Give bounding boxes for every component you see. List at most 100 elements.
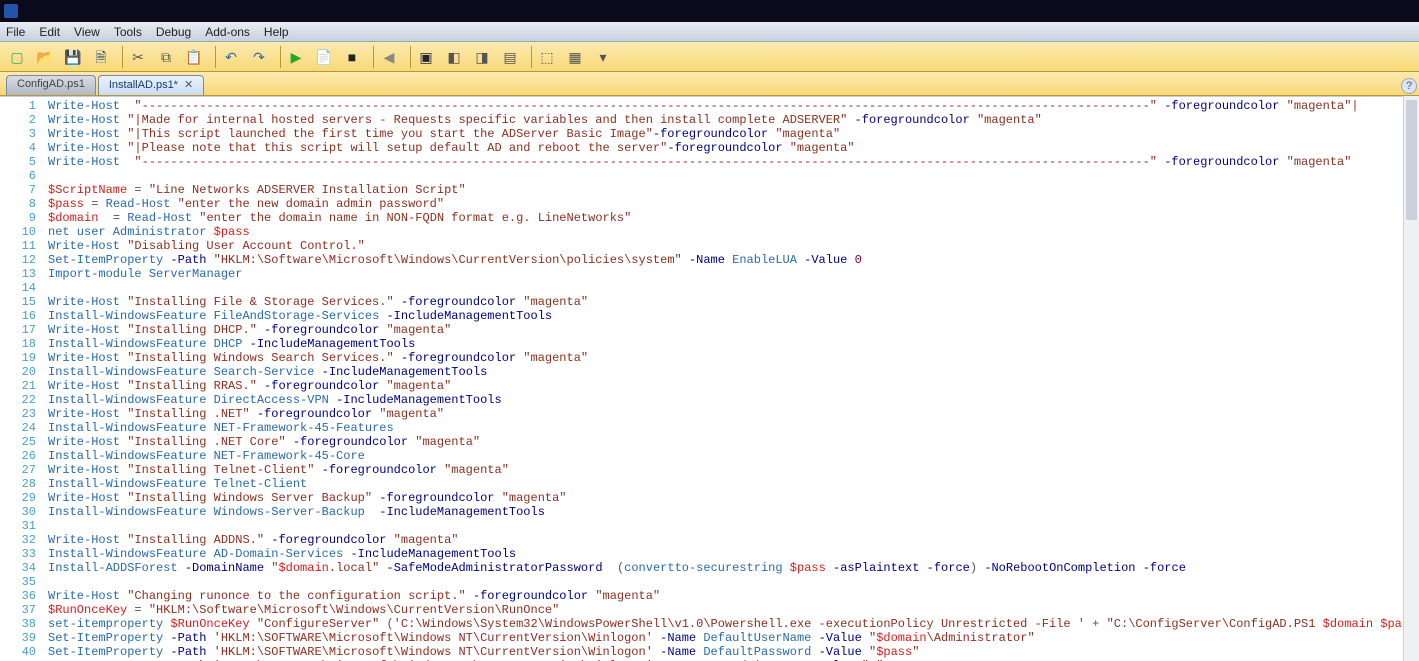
line-number: 30 xyxy=(2,505,36,519)
code-line[interactable]: Write-Host "|Please note that this scrip… xyxy=(48,141,1415,155)
code-line[interactable]: Install-WindowsFeature Windows-Server-Ba… xyxy=(48,505,1415,519)
scrollbar-thumb[interactable] xyxy=(1406,100,1417,220)
tab-installad-ps1-[interactable]: InstallAD.ps1*✕ xyxy=(98,75,204,95)
line-number: 20 xyxy=(2,365,36,379)
stop-icon[interactable]: ■ xyxy=(341,46,363,68)
pane1-icon[interactable]: ◧ xyxy=(443,46,465,68)
line-number: 19 xyxy=(2,351,36,365)
code-line[interactable]: Set-ItemProperty -Path 'HKLM:\SOFTWARE\M… xyxy=(48,631,1415,645)
save-icon[interactable]: 💾 xyxy=(62,46,84,68)
console-icon[interactable]: ▣ xyxy=(415,46,437,68)
line-number: 10 xyxy=(2,225,36,239)
close-icon[interactable]: ✕ xyxy=(184,79,193,91)
code-line[interactable]: Set-ItemProperty -Path "HKLM:\Software\M… xyxy=(48,253,1415,267)
undo-icon[interactable]: ↶ xyxy=(220,46,242,68)
code-line[interactable]: $RunOnceKey = "HKLM:\Software\Microsoft\… xyxy=(48,603,1415,617)
line-number: 28 xyxy=(2,477,36,491)
toolbar-separator xyxy=(410,46,411,68)
line-number: 21 xyxy=(2,379,36,393)
code-line[interactable]: Install-WindowsFeature AD-Domain-Service… xyxy=(48,547,1415,561)
line-number: 38 xyxy=(2,617,36,631)
code-line[interactable]: Write-Host "Installing Telnet-Client" -f… xyxy=(48,463,1415,477)
code-line[interactable]: Write-Host "Installing Windows Search Se… xyxy=(48,351,1415,365)
cut-icon[interactable]: ✂ xyxy=(127,46,149,68)
line-number: 11 xyxy=(2,239,36,253)
code-line[interactable]: Write-Host "Installing Windows Server Ba… xyxy=(48,491,1415,505)
code-line[interactable]: Write-Host "----------------------------… xyxy=(48,99,1415,113)
code-line[interactable]: Write-Host "Installing RRAS." -foregroun… xyxy=(48,379,1415,393)
line-number: 1 xyxy=(2,99,36,113)
code-line[interactable]: Install-ADDSForest -DomainName "$domain.… xyxy=(48,561,1415,575)
code-area[interactable]: Write-Host "----------------------------… xyxy=(44,97,1419,661)
code-line[interactable]: Install-WindowsFeature FileAndStorage-Se… xyxy=(48,309,1415,323)
line-number: 4 xyxy=(2,141,36,155)
code-line[interactable]: Install-WindowsFeature DirectAccess-VPN … xyxy=(48,393,1415,407)
pane3-icon[interactable]: ▤ xyxy=(499,46,521,68)
open-icon[interactable]: 📂 xyxy=(34,46,56,68)
line-number: 23 xyxy=(2,407,36,421)
paste-icon[interactable]: 📋 xyxy=(183,46,205,68)
code-line[interactable]: Write-Host "Installing .NET" -foreground… xyxy=(48,407,1415,421)
window-icon[interactable]: ⬚ xyxy=(536,46,558,68)
code-line[interactable]: Write-Host "Installing ADDNS." -foregrou… xyxy=(48,533,1415,547)
code-line[interactable]: Set-ItemProperty -Path 'HKLM:\SOFTWARE\M… xyxy=(48,645,1415,659)
code-line[interactable] xyxy=(48,575,1415,589)
help-icon[interactable]: ? xyxy=(1401,78,1417,94)
toolbar-separator xyxy=(122,46,123,68)
code-line[interactable]: Write-Host "|This script launched the fi… xyxy=(48,127,1415,141)
menu-view[interactable]: View xyxy=(74,25,100,39)
code-line[interactable]: Install-WindowsFeature NET-Framework-45-… xyxy=(48,449,1415,463)
menu-tools[interactable]: Tools xyxy=(114,25,142,39)
run-file-icon[interactable]: 📄 xyxy=(313,46,335,68)
line-number: 5 xyxy=(2,155,36,169)
code-line[interactable]: Install-WindowsFeature NET-Framework-45-… xyxy=(48,421,1415,435)
toolbar-separator xyxy=(531,46,532,68)
back-icon[interactable]: ◀ xyxy=(378,46,400,68)
code-line[interactable]: Write-Host "Installing DHCP." -foregroun… xyxy=(48,323,1415,337)
run-icon[interactable]: ▶ xyxy=(285,46,307,68)
menu-debug[interactable]: Debug xyxy=(156,25,191,39)
code-line[interactable]: Install-WindowsFeature Search-Service -I… xyxy=(48,365,1415,379)
code-line[interactable] xyxy=(48,281,1415,295)
code-line[interactable]: Write-Host "Disabling User Account Contr… xyxy=(48,239,1415,253)
code-line[interactable]: Write-Host "Changing runonce to the conf… xyxy=(48,589,1415,603)
editor: 1234567891011121314151617181920212223242… xyxy=(0,96,1419,661)
line-number: 37 xyxy=(2,603,36,617)
code-line[interactable]: Write-Host "Installing File & Storage Se… xyxy=(48,295,1415,309)
toolbar-separator xyxy=(280,46,281,68)
line-number: 8 xyxy=(2,197,36,211)
code-line[interactable]: $domain = Read-Host "enter the domain na… xyxy=(48,211,1415,225)
code-line[interactable]: Write-Host "|Made for internal hosted se… xyxy=(48,113,1415,127)
menu-help[interactable]: Help xyxy=(264,25,289,39)
code-line[interactable]: Write-Host "Installing .NET Core" -foreg… xyxy=(48,435,1415,449)
copy-icon[interactable]: ⧉ xyxy=(155,46,177,68)
menu-file[interactable]: File xyxy=(6,25,25,39)
toolbar-separator xyxy=(373,46,374,68)
line-number: 9 xyxy=(2,211,36,225)
code-line[interactable]: Import-module ServerManager xyxy=(48,267,1415,281)
code-line[interactable]: Install-WindowsFeature DHCP -IncludeMana… xyxy=(48,337,1415,351)
code-line[interactable]: Write-Host "----------------------------… xyxy=(48,155,1415,169)
new-icon[interactable]: ▢ xyxy=(6,46,28,68)
code-line[interactable]: net user Administrator $pass xyxy=(48,225,1415,239)
more-icon[interactable]: ▾ xyxy=(592,46,614,68)
menu-edit[interactable]: Edit xyxy=(39,25,60,39)
dock-icon[interactable]: ▦ xyxy=(564,46,586,68)
redo-icon[interactable]: ↷ xyxy=(248,46,270,68)
line-number: 32 xyxy=(2,533,36,547)
code-line[interactable]: set-itemproperty $RunOnceKey "ConfigureS… xyxy=(48,617,1415,631)
save-all-icon[interactable]: 🗎 xyxy=(90,46,112,68)
code-line[interactable]: $ScriptName = "Line Networks ADSERVER In… xyxy=(48,183,1415,197)
vertical-scrollbar[interactable] xyxy=(1403,96,1419,661)
code-line[interactable] xyxy=(48,519,1415,533)
pane2-icon[interactable]: ◨ xyxy=(471,46,493,68)
line-number: 2 xyxy=(2,113,36,127)
tab-configad-ps1[interactable]: ConfigAD.ps1 xyxy=(6,75,96,95)
code-line[interactable] xyxy=(48,169,1415,183)
line-number: 6 xyxy=(2,169,36,183)
line-number: 27 xyxy=(2,463,36,477)
menu-add-ons[interactable]: Add-ons xyxy=(205,25,250,39)
code-line[interactable]: $pass = Read-Host "enter the new domain … xyxy=(48,197,1415,211)
code-line[interactable]: Install-WindowsFeature Telnet-Client xyxy=(48,477,1415,491)
line-number: 14 xyxy=(2,281,36,295)
